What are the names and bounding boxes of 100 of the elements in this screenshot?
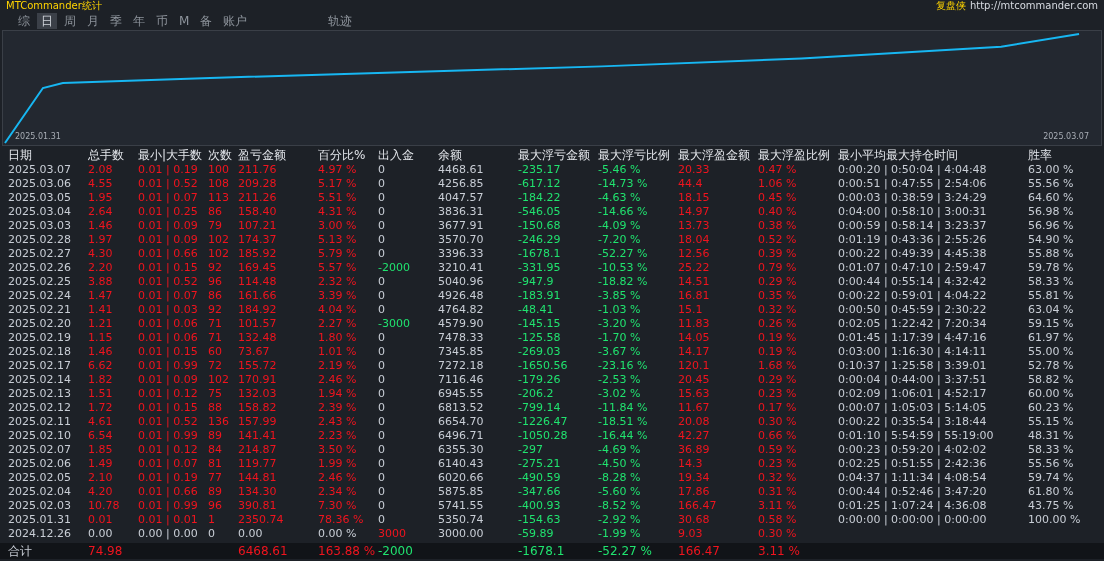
table-cell-text: 6140.43 [438,457,485,471]
column-header: 余额 [438,148,463,163]
date-cell-text: 2025.03.03 [8,219,72,233]
table-cell-text: 15.63 [678,387,711,401]
table-cell-text: -1050.28 [518,429,569,443]
date-cell-text: 2025.02.17 [8,359,72,373]
table-cell-text: 0.01 | 0.99 [138,359,199,373]
table-cell-text: 0:04:00 | 0:58:10 | 3:00:31 [838,205,988,219]
tab[interactable]: 月 [83,13,103,29]
date-cell-text: 2025.02.19 [8,331,72,345]
table-cell-text: 0:01:25 | 1:07:24 | 4:36:08 [838,499,988,513]
table-cell-text: 0.66 % [758,429,798,443]
column-header: 最大浮盈比例 [758,148,831,163]
table-cell-text: 55.88 % [1028,247,1075,261]
table-cell-text: 4.55 [88,177,114,191]
table-cell-text: 0:00:22 | 0:35:54 | 3:18:44 [838,415,988,429]
table-cell-text: 0:00:22 | 0:59:01 | 4:04:22 [838,289,988,303]
table-cell-text: 0.19 % [758,345,798,359]
table-cell-text: 78.36 % [318,513,365,527]
table-cell-text: 0:02:09 | 1:06:01 | 4:52:17 [838,387,988,401]
table-cell-text: 4.30 [88,247,114,261]
table-cell-text: 0.47 % [758,163,798,177]
table-cell-text: -150.68 [518,219,562,233]
table-cell-text: 64.60 % [1028,191,1075,205]
tab[interactable]: 日 [37,13,57,29]
table-cell-text: 0 [378,429,386,443]
table-cell-text: 1.72 [88,401,114,415]
tab[interactable]: 币 [152,13,172,29]
table-cell-text: 0 [378,485,386,499]
table-cell-text: -206.2 [518,387,555,401]
table-cell-text: 0:00:23 | 0:59:20 | 4:02:02 [838,443,988,457]
date-cell-text: 2025.02.24 [8,289,72,303]
tab[interactable]: 备 [196,13,217,29]
table-cell-text: 14.97 [678,205,711,219]
table-cell-text: 0.01 | 0.06 [138,331,199,345]
table-cell-text: 1.51 [88,387,114,401]
table-cell-text: 0.00 [88,527,114,541]
column-header: 最小平均最大持仓时间 [838,148,959,163]
date-cell-text: 2025.02.18 [8,345,72,359]
table-cell-text: 158.40 [238,205,278,219]
column-header: 盈亏金额 [238,148,287,163]
table-cell-text: 60.00 % [1028,387,1075,401]
table-cell-text: 4468.61 [438,163,485,177]
table-cell-text: -2.92 % [598,513,642,527]
table-cell-text: -11.84 % [598,401,649,415]
table-cell-text: 1.46 [88,345,114,359]
table-cell-text: 0 [378,401,386,415]
table-cell-text: -331.95 [518,261,562,275]
table-cell-text: -14.66 % [598,205,649,219]
table-cell-text: 1.41 [88,303,114,317]
table-cell-text: 4047.57 [438,191,485,205]
column-header: 最大浮亏金额 [518,148,591,163]
website-link[interactable]: http://mtcommander.com [969,0,1098,12]
table-cell-text: 0 [208,527,216,541]
table-cell-text: 2.08 [88,163,114,177]
date-cell-text: 2025.02.10 [8,429,72,443]
tab[interactable]: M [175,13,194,29]
table-cell-text: 0.01 | 0.09 [138,373,199,387]
table-cell-text: -52.27 % [598,247,649,261]
table-cell-text: 0.26 % [758,317,798,331]
table-cell-text: 7345.85 [438,345,485,359]
table-cell-text: -347.66 [518,485,562,499]
table-cell-text: 92 [208,303,223,317]
table-cell-text: 61.80 % [1028,485,1075,499]
date-cell-text: 2025.02.28 [8,233,72,247]
table-cell-text: 5.13 % [318,233,358,247]
table-cell-text: 0.01 | 0.07 [138,457,199,471]
column-header: 总手数 [88,148,125,163]
table-cell-text: 5.51 % [318,191,358,205]
tab[interactable]: 轨迹 [324,13,357,29]
table-cell-text: -1.99 % [598,527,642,541]
table-cell-text: 0.35 % [758,289,798,303]
table-cell-text: -8.28 % [598,471,642,485]
table-cell-text: 0:00:59 | 0:58:14 | 3:23:37 [838,219,988,233]
table-cell-text: 63.04 % [1028,303,1075,317]
total-label: 合计 [8,543,33,559]
table-cell-text: 0 [378,219,386,233]
table-cell-text: 2.43 % [318,415,358,429]
table-cell-text: 20.08 [678,415,711,429]
table-cell-text: -16.44 % [598,429,649,443]
tab[interactable]: 账户 [219,13,252,29]
table-cell-text: 4.20 [88,485,114,499]
table-cell-text: 0 [378,331,386,345]
tab[interactable]: 年 [129,13,149,29]
tab[interactable]: 周 [60,13,80,29]
table-cell-text: 3677.91 [438,219,485,233]
table-cell-text: -1.03 % [598,303,642,317]
table-cell-text: 55.56 % [1028,177,1075,191]
tab[interactable]: 综 [14,13,34,29]
table-cell-text: 0.32 % [758,303,798,317]
table-cell-text: 0 [378,457,386,471]
table-cell-text: 4.04 % [318,303,358,317]
table-cell-text: 3.11 % [758,499,798,513]
table-cell-text: 79 [208,219,223,233]
table-cell-text: 3.39 % [318,289,358,303]
table-cell-text: 73.67 [238,345,271,359]
tab[interactable]: 季 [106,13,126,29]
table-cell-text: 0.79 % [758,261,798,275]
table-cell-text: 0.01 | 0.01 [138,513,199,527]
table-cell-text: 30.68 [678,513,711,527]
